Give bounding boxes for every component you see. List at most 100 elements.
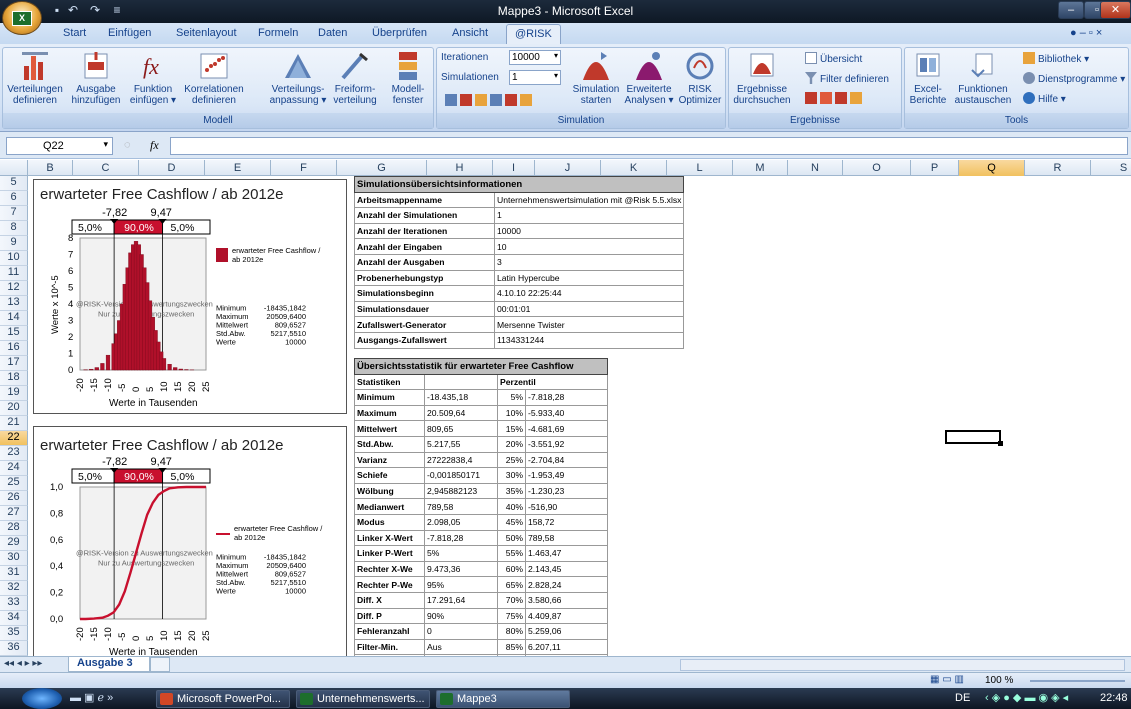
row-header-24[interactable]: 24 xyxy=(0,461,28,476)
freiform-verteilung-button[interactable]: Freiform-verteilung xyxy=(329,50,381,106)
taskbar-item-powerpoint[interactable]: Microsoft PowerPoi... xyxy=(156,690,290,708)
row-header-18[interactable]: 18 xyxy=(0,371,28,386)
quicklaunch-icons[interactable]: ▬ ▣ ℯ » xyxy=(70,691,113,704)
row-header-13[interactable]: 13 xyxy=(0,296,28,311)
histogram-chart[interactable]: erwarteter Free Cashflow / ab 2012e -7,8… xyxy=(33,179,347,414)
bar-chart-icon[interactable] xyxy=(520,94,532,106)
sheet-tab-ausgabe-3[interactable]: Ausgabe 3 xyxy=(68,657,150,672)
tab-seitenlayout[interactable]: Seitenlayout xyxy=(176,27,237,39)
filter-definieren-button[interactable]: Filter definieren xyxy=(805,72,889,85)
row-header-30[interactable]: 30 xyxy=(0,551,28,566)
simulation-starten-button[interactable]: Simulation starten xyxy=(571,50,621,106)
korrelationen-definieren-button[interactable]: Korrelationen definieren xyxy=(179,50,249,106)
random-icon[interactable] xyxy=(475,94,487,106)
zoom-level[interactable]: 100 % xyxy=(985,675,1013,686)
row-header-26[interactable]: 26 xyxy=(0,491,28,506)
start-button[interactable] xyxy=(22,688,62,709)
row-header-33[interactable]: 33 xyxy=(0,596,28,611)
uebersicht-button[interactable]: Übersicht xyxy=(805,52,862,65)
column-header-o[interactable]: O xyxy=(843,160,911,176)
funktion-einfuegen-button[interactable]: fx Funktion einfügen ▾ xyxy=(125,50,181,106)
row-header-12[interactable]: 12 xyxy=(0,281,28,296)
column-header-i[interactable]: I xyxy=(493,160,535,176)
row-header-8[interactable]: 8 xyxy=(0,221,28,236)
formula-input[interactable] xyxy=(170,137,1128,155)
taskbar-item-unternehmenswerts[interactable]: Unternehmenswerts... xyxy=(296,690,430,708)
row-header-17[interactable]: 17 xyxy=(0,356,28,371)
column-header-p[interactable]: P xyxy=(911,160,959,176)
percent-icon[interactable] xyxy=(850,92,862,104)
zoom-slider[interactable] xyxy=(1030,680,1125,682)
update-icon[interactable] xyxy=(490,94,502,106)
row-header-6[interactable]: 6 xyxy=(0,191,28,206)
row-header-31[interactable]: 31 xyxy=(0,566,28,581)
simulations-dropdown[interactable]: 1 ▾ xyxy=(509,70,561,85)
column-header-g[interactable]: G xyxy=(337,160,427,176)
column-header-q[interactable]: Q xyxy=(959,160,1025,176)
fx-icon[interactable]: fx xyxy=(150,138,159,153)
row-header-11[interactable]: 11 xyxy=(0,266,28,281)
name-box[interactable]: Q22 ▾ xyxy=(6,137,113,155)
minimize-button[interactable]: – xyxy=(1058,1,1084,19)
column-header-e[interactable]: E xyxy=(205,160,271,176)
worksheet[interactable]: erwarteter Free Cashflow / ab 2012e -7,8… xyxy=(28,176,1131,656)
column-header-c[interactable]: C xyxy=(73,160,139,176)
help-icon[interactable]: ● – ▫ × xyxy=(1070,27,1102,39)
column-header-b[interactable]: B xyxy=(28,160,73,176)
row-header-32[interactable]: 32 xyxy=(0,581,28,596)
tab-daten[interactable]: Daten xyxy=(318,27,347,39)
row-header-28[interactable]: 28 xyxy=(0,521,28,536)
column-header-l[interactable]: L xyxy=(667,160,733,176)
tab-risk[interactable]: @RISK xyxy=(506,24,561,44)
iterations-dropdown[interactable]: 10000 ▾ xyxy=(509,50,561,65)
graph-icon[interactable] xyxy=(445,94,457,106)
language-indicator[interactable]: DE xyxy=(955,692,970,704)
tray-icons[interactable]: ‹ ◈ ● ◆ ▬ ◉ ◈ ◂ xyxy=(985,691,1068,704)
row-header-23[interactable]: 23 xyxy=(0,446,28,461)
row-header-34[interactable]: 34 xyxy=(0,611,28,626)
row-header-15[interactable]: 15 xyxy=(0,326,28,341)
verteilungen-definieren-button[interactable]: Verteilungen definieren xyxy=(3,50,67,106)
excel-icon[interactable] xyxy=(820,92,832,104)
swap-icon[interactable] xyxy=(505,94,517,106)
column-header-n[interactable]: N xyxy=(788,160,843,176)
selected-cell-q22[interactable] xyxy=(945,430,1001,444)
ausgabe-hinzufuegen-button[interactable]: Ausgabe hinzufügen xyxy=(67,50,125,106)
tab-formeln[interactable]: Formeln xyxy=(258,27,298,39)
cumulative-chart[interactable]: erwarteter Free Cashflow / ab 2012e -7,8… xyxy=(33,426,347,656)
horizontal-scrollbar[interactable] xyxy=(680,659,1125,671)
column-header-h[interactable]: H xyxy=(427,160,493,176)
row-header-27[interactable]: 27 xyxy=(0,506,28,521)
fill-handle[interactable] xyxy=(998,441,1003,446)
table-icon[interactable] xyxy=(835,92,847,104)
demo-icon[interactable] xyxy=(460,94,472,106)
row-header-21[interactable]: 21 xyxy=(0,416,28,431)
column-header-d[interactable]: D xyxy=(139,160,205,176)
select-all-corner[interactable] xyxy=(0,160,28,176)
column-header-m[interactable]: M xyxy=(733,160,788,176)
row-header-14[interactable]: 14 xyxy=(0,311,28,326)
tab-ueberpruefen[interactable]: Überprüfen xyxy=(372,27,427,39)
row-header-9[interactable]: 9 xyxy=(0,236,28,251)
sheet-nav-icons[interactable]: ◂◂ ◂ ▸ ▸▸ xyxy=(4,658,42,669)
funktionen-austauschen-button[interactable]: Funktionen austauschen xyxy=(949,50,1017,106)
verteilungsanpassung-button[interactable]: Verteilungs-anpassung ▾ xyxy=(265,50,331,106)
hilfe-button[interactable]: Hilfe ▾ xyxy=(1023,92,1066,105)
row-header-25[interactable]: 25 xyxy=(0,476,28,491)
view-buttons[interactable]: ▦ ▭ ▥ xyxy=(930,674,964,685)
close-button[interactable]: ✕ xyxy=(1100,1,1131,19)
excel-berichte-button[interactable]: Excel- Berichte xyxy=(907,50,949,106)
risk-optimizer-button[interactable]: RISK Optimizer xyxy=(675,50,725,106)
insert-sheet-icon[interactable] xyxy=(150,657,170,672)
row-header-35[interactable]: 35 xyxy=(0,626,28,641)
column-header-j[interactable]: J xyxy=(535,160,601,176)
taskbar-item-mappe3[interactable]: Mappe3 xyxy=(436,690,570,708)
column-header-f[interactable]: F xyxy=(271,160,337,176)
row-header-7[interactable]: 7 xyxy=(0,206,28,221)
row-header-20[interactable]: 20 xyxy=(0,401,28,416)
row-header-5[interactable]: 5 xyxy=(0,176,28,191)
bibliothek-button[interactable]: Bibliothek ▾ xyxy=(1023,52,1089,65)
dienstprogramme-button[interactable]: Dienstprogramme ▾ xyxy=(1023,72,1125,85)
erweiterte-analysen-button[interactable]: Erweiterte Analysen ▾ xyxy=(621,50,677,106)
row-header-19[interactable]: 19 xyxy=(0,386,28,401)
